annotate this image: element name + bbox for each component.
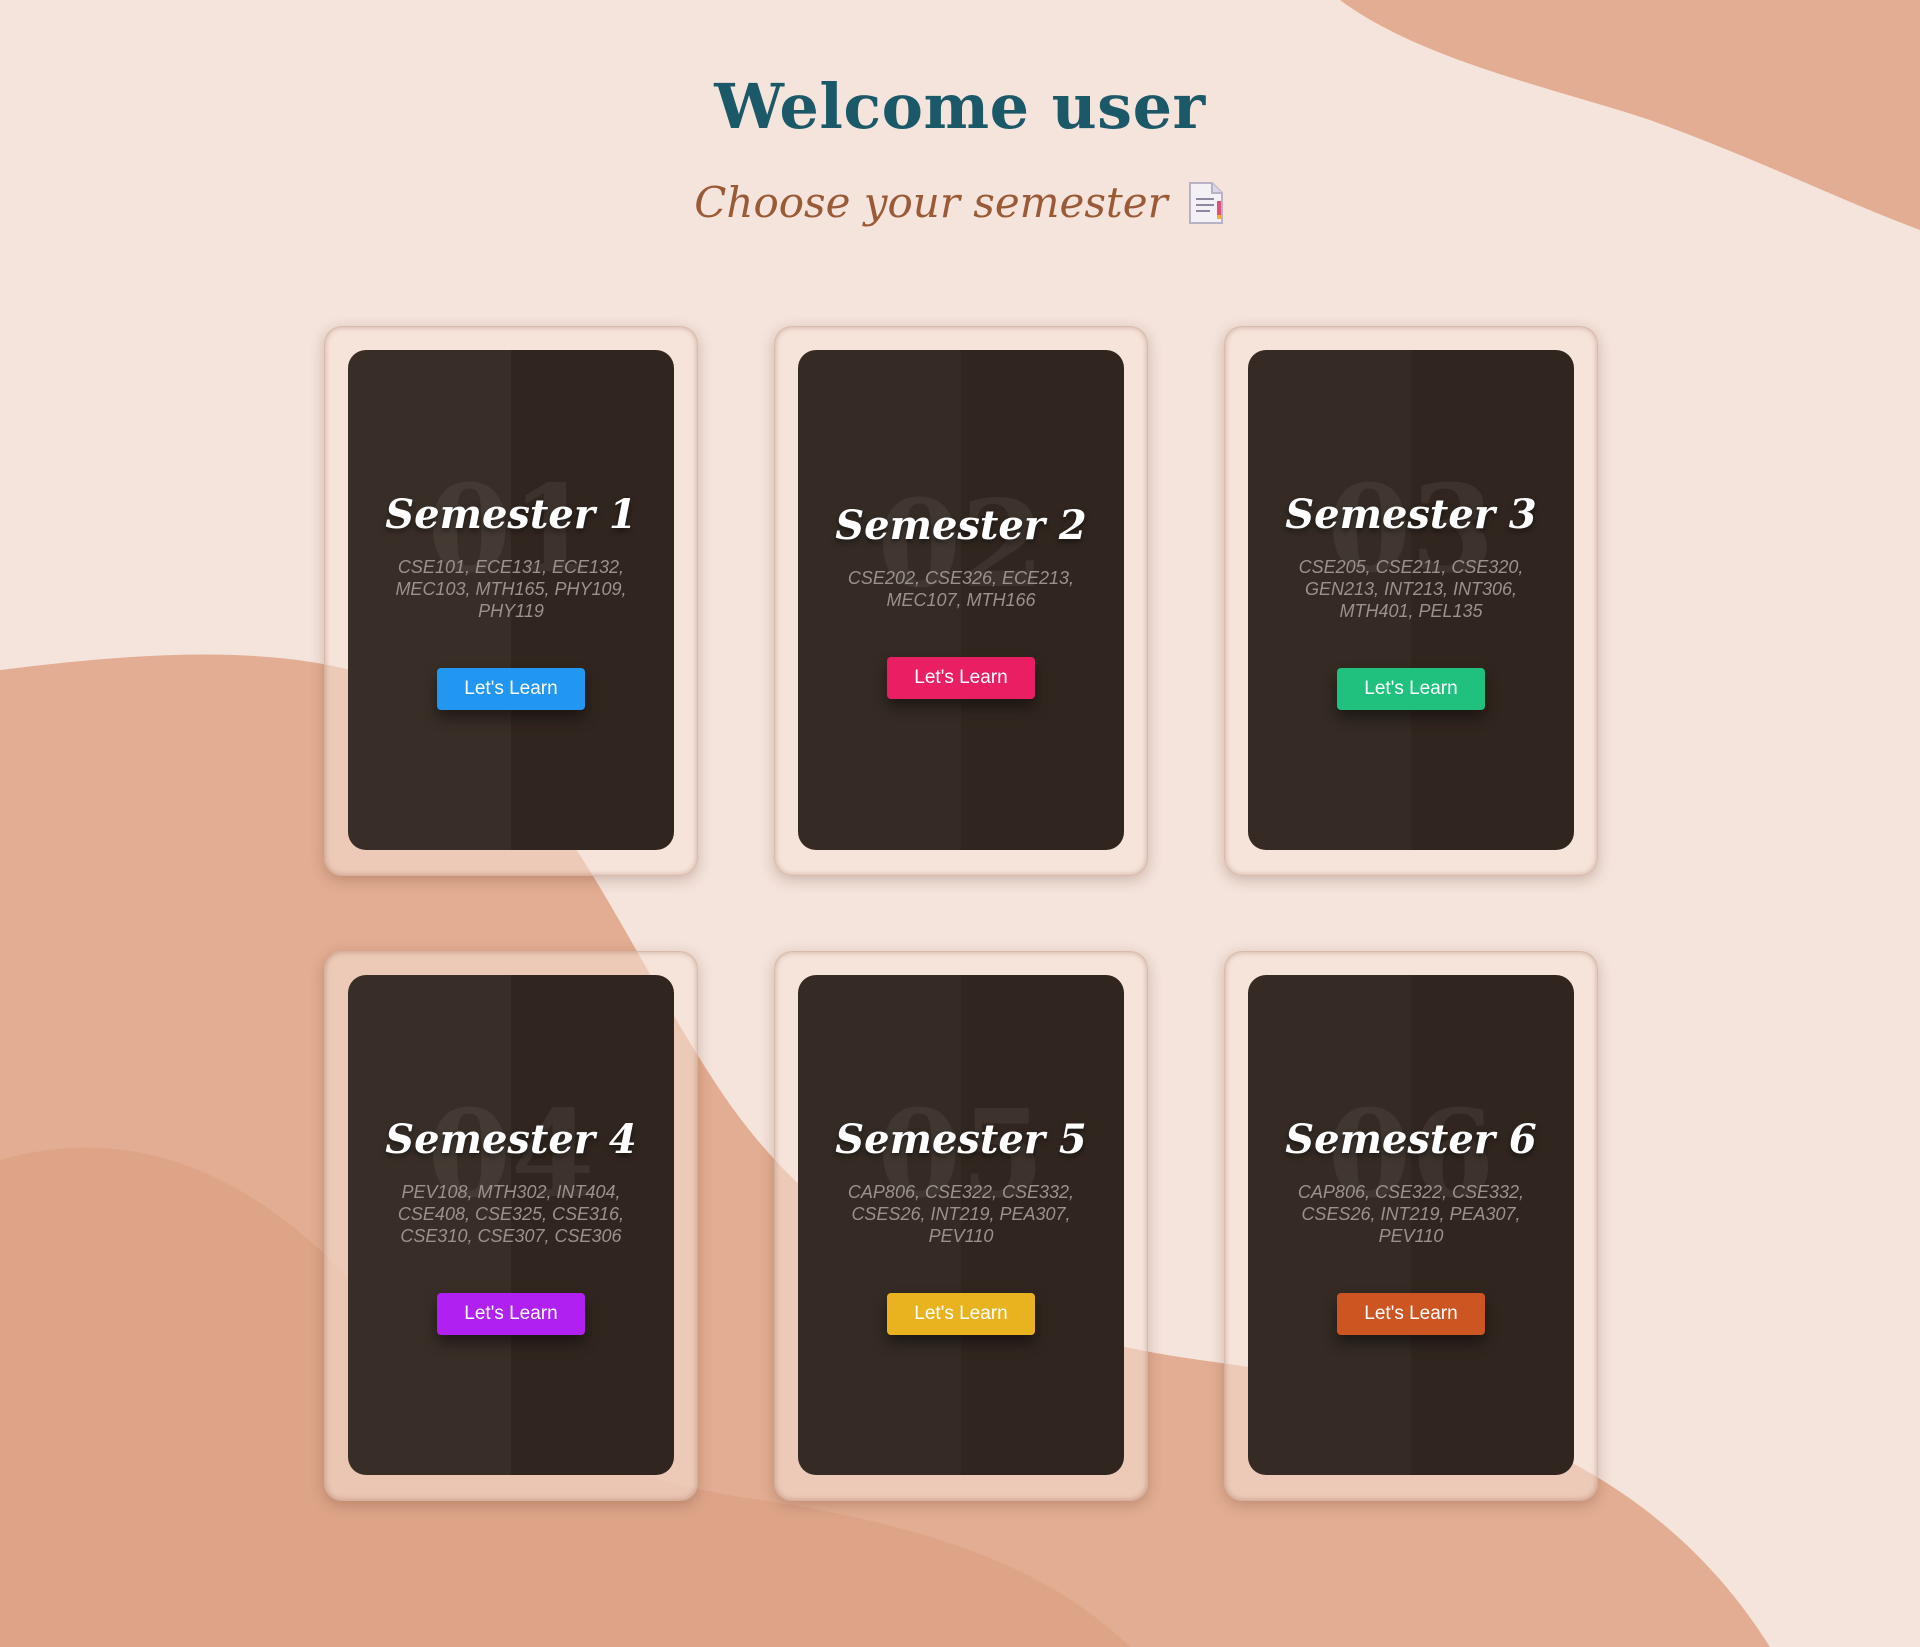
semester-card-3: 03 Semester 3 CSE205, CSE211, CSE320, GE… [1224,326,1598,876]
course-list: CSE202, CSE326, ECE213, MEC107, MTH166 [847,567,1075,610]
card-title: Semester 3 [1285,490,1537,538]
card-body: 02 Semester 2 CSE202, CSE326, ECE213, ME… [798,350,1124,850]
semester-card-4: 04 Semester 4 PEV108, MTH302, INT404, CS… [324,951,698,1501]
lets-learn-button[interactable]: Let's Learn [887,656,1035,699]
semester-card-1: 01 Semester 1 CSE101, ECE131, ECE132, ME… [324,326,698,876]
card-title: Semester 2 [835,501,1087,549]
card-body: 05 Semester 5 CAP806, CSE322, CSE332, CS… [798,975,1124,1475]
card-body: 03 Semester 3 CSE205, CSE211, CSE320, GE… [1248,350,1574,850]
course-list: CAP806, CSE322, CSE332, CSES26, INT219, … [1297,1181,1525,1246]
card-title: Semester 6 [1285,1115,1537,1163]
page-title: Welcome user [714,70,1206,143]
course-list: CSE101, ECE131, ECE132, MEC103, MTH165, … [395,556,627,621]
lets-learn-button[interactable]: Let's Learn [437,1292,585,1335]
lets-learn-button[interactable]: Let's Learn [437,667,585,710]
semester-card-5: 05 Semester 5 CAP806, CSE322, CSE332, CS… [774,951,1148,1501]
course-list: CSE205, CSE211, CSE320, GEN213, INT213, … [1298,556,1524,621]
lets-learn-button[interactable]: Let's Learn [887,1292,1035,1335]
page-subtitle: Choose your semester [0,178,1920,227]
card-body: 04 Semester 4 PEV108, MTH302, INT404, CS… [348,975,674,1475]
card-title: Semester 1 [385,490,637,538]
card-title: Semester 5 [835,1115,1087,1163]
semester-card-2: 02 Semester 2 CSE202, CSE326, ECE213, ME… [774,326,1148,876]
semester-card-6: 06 Semester 6 CAP806, CSE322, CSE332, CS… [1224,951,1598,1501]
lets-learn-button[interactable]: Let's Learn [1337,667,1485,710]
page: Welcome user Choose your semester 01 Sem… [0,0,1920,1647]
card-body: 01 Semester 1 CSE101, ECE131, ECE132, ME… [348,350,674,850]
document-icon [1186,181,1226,225]
course-list: PEV108, MTH302, INT404, CSE408, CSE325, … [397,1181,625,1246]
lets-learn-button[interactable]: Let's Learn [1337,1292,1485,1335]
card-title: Semester 4 [385,1115,637,1163]
subtitle-text: Choose your semester [694,178,1168,227]
card-body: 06 Semester 6 CAP806, CSE322, CSE332, CS… [1248,975,1574,1475]
course-list: CAP806, CSE322, CSE332, CSES26, INT219, … [847,1181,1075,1246]
